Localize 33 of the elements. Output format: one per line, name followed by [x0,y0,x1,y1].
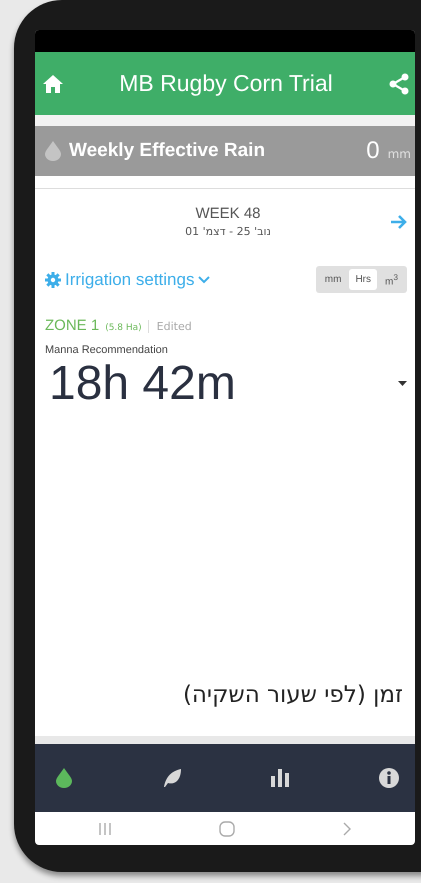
caption: זמן (לפי שעור השקיה) [182,682,403,708]
nav-tab[interactable] [162,768,182,788]
rain-label: Weekly Effective Rain [69,140,266,162]
unit-option[interactable]: mm [318,269,348,290]
back-icon[interactable] [342,822,352,836]
recents-icon[interactable] [98,822,112,836]
nav-tab[interactable] [55,768,73,788]
rain-unit: mm [388,147,411,161]
next-arrow-icon[interactable] [391,214,407,228]
drop-icon [55,768,73,788]
zone-name: ZONE 1 [45,317,100,334]
rain-value: 0 [366,137,380,165]
chevron-down-icon [198,276,210,284]
nav-tab[interactable] [378,768,399,788]
zone-area: (5.8 Ha) [105,323,142,334]
header-title: MB Rugby Corn Trial [119,70,333,97]
recommendation-value: 18h 42m [49,356,236,412]
share-icon[interactable] [389,72,409,94]
edited-status: Edited [148,320,192,334]
week-dates: נוב' 25 - דצמ' 01 [185,225,271,238]
bar-chart-icon [270,769,290,787]
unit-option[interactable]: Hrs [349,269,378,290]
info-icon [378,768,399,788]
unit-option[interactable]: m$^{3}$ [379,269,404,290]
week-title: WEEK 48 [195,205,261,222]
nav-tab[interactable] [270,769,290,787]
drop-icon [45,141,61,161]
recommendation-label: Manna Recommendation [45,344,169,356]
leaf-icon [162,768,182,788]
settings-icon [45,272,61,288]
home-button-icon[interactable] [218,820,235,836]
home-icon[interactable] [43,74,63,92]
dropdown-caret-icon[interactable] [398,381,407,386]
